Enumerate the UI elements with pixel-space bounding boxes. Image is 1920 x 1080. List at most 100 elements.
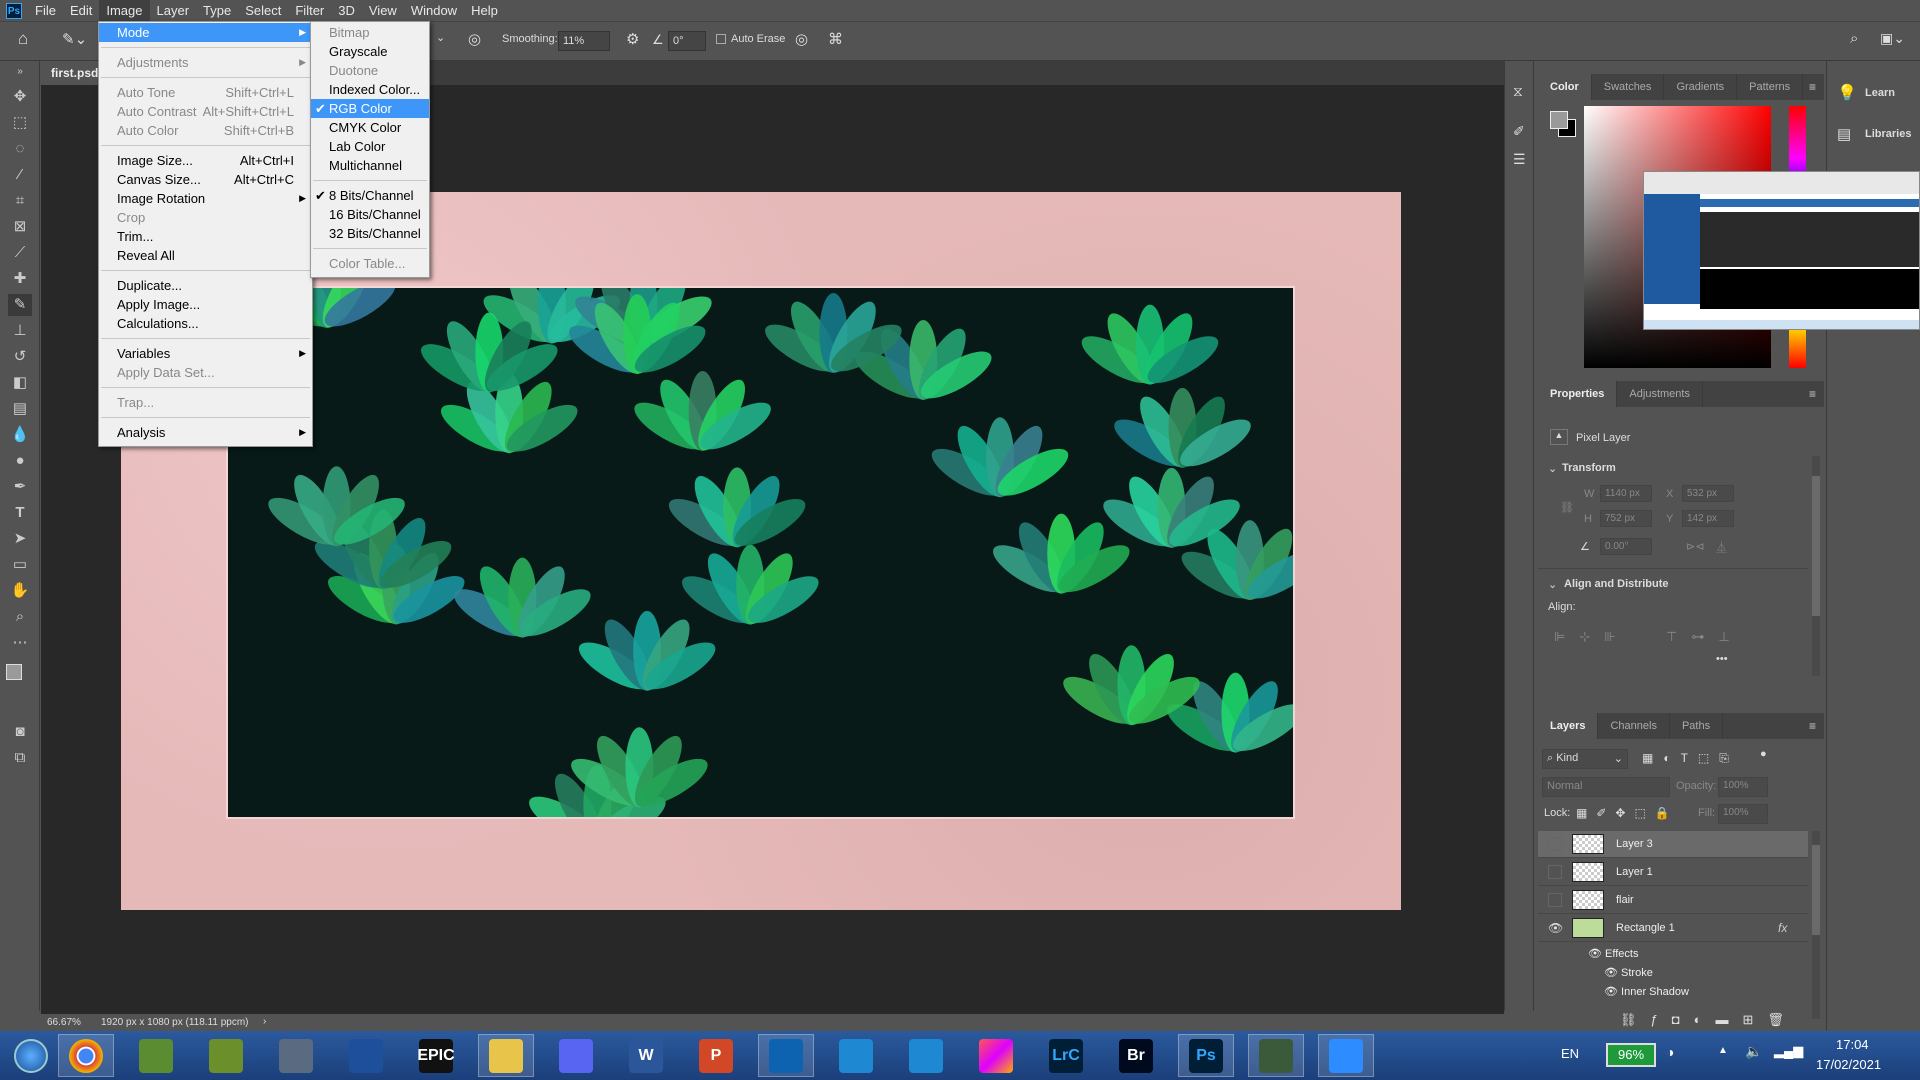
menu-help[interactable]: Help bbox=[464, 0, 505, 21]
kind-filter-select[interactable]: ⌕ Kind ⌄ bbox=[1542, 749, 1628, 769]
rectangle-tool-icon[interactable]: ▭ bbox=[8, 554, 32, 576]
angle-input[interactable]: 0° bbox=[668, 31, 706, 51]
layers-scrollbar[interactable] bbox=[1812, 831, 1820, 1019]
effect-row[interactable]: 👁 Inner Shadow bbox=[1604, 985, 1689, 998]
taskbar-discord[interactable] bbox=[548, 1034, 604, 1077]
zoom-tool-icon[interactable]: ⌕ bbox=[8, 606, 32, 628]
path-selection-icon[interactable]: ➤ bbox=[8, 528, 32, 550]
taskbar-bridge[interactable]: Br bbox=[1108, 1034, 1164, 1077]
layer-row[interactable]: 👁 Rectangle 1 fx bbox=[1538, 915, 1808, 942]
menu-layer[interactable]: Layer bbox=[150, 0, 197, 21]
clock-time[interactable]: 17:04 bbox=[1836, 1037, 1869, 1052]
panel-menu-icon[interactable]: ≡ bbox=[1809, 387, 1816, 401]
taskbar-steam[interactable] bbox=[268, 1034, 324, 1077]
tab-properties[interactable]: Properties bbox=[1538, 381, 1618, 407]
menu-item-trap[interactable]: Trap... bbox=[99, 393, 312, 412]
height-field[interactable]: 752 px bbox=[1600, 510, 1652, 527]
frame-tool-icon[interactable]: ⊠ bbox=[8, 216, 32, 238]
type-tool-icon[interactable]: T bbox=[8, 502, 32, 524]
panel-menu-icon[interactable]: ≡ bbox=[1809, 80, 1816, 94]
menu-item-8-bits-channel[interactable]: ✔ 8 Bits/Channel bbox=[311, 186, 429, 205]
tab-adjustments[interactable]: Adjustments bbox=[1617, 381, 1703, 407]
menu-edit[interactable]: Edit bbox=[63, 0, 99, 21]
taskbar-lightroom-classic[interactable]: LrC bbox=[1038, 1034, 1094, 1077]
y-field[interactable]: 142 px bbox=[1682, 510, 1734, 527]
tab-gradients[interactable]: Gradients bbox=[1664, 74, 1738, 100]
history-panel-icon[interactable]: ⧖ bbox=[1513, 83, 1523, 100]
menu-item-variables[interactable]: Variables ▶ bbox=[99, 344, 312, 363]
pencil-tool-icon[interactable]: ✎ bbox=[8, 294, 32, 316]
menu-item-adjustments[interactable]: Adjustments ▶ bbox=[99, 53, 312, 72]
taskbar-visual-studio-code[interactable] bbox=[758, 1034, 814, 1077]
menu-item-32-bits-channel[interactable]: 32 Bits/Channel bbox=[311, 224, 429, 243]
filter-type-icons[interactable]: ▦◐T⬚⎘ bbox=[1642, 751, 1739, 766]
hand-tool-icon[interactable]: ✋ bbox=[8, 580, 32, 602]
menu-item-apply-data-set[interactable]: Apply Data Set... bbox=[99, 363, 312, 382]
document-tab[interactable]: first.psd bbox=[40, 61, 98, 85]
menu-item-auto-color[interactable]: Auto Color Shift+Ctrl+B bbox=[99, 121, 312, 140]
blur-tool-icon[interactable]: 💧 bbox=[8, 424, 32, 446]
tray-expand-icon[interactable]: ▲ bbox=[1718, 1045, 1728, 1056]
quick-mask-icon[interactable]: ◙ bbox=[8, 721, 32, 743]
chevron-down-icon[interactable]: ⌄ bbox=[436, 31, 445, 44]
lasso-tool-icon[interactable]: ◌ bbox=[8, 138, 32, 160]
menu-item-image-rotation[interactable]: Image Rotation ▶ bbox=[99, 189, 312, 208]
menu-item-auto-contrast[interactable]: Auto Contrast Alt+Shift+Ctrl+L bbox=[99, 102, 312, 121]
battery-indicator[interactable]: 96% bbox=[1606, 1043, 1656, 1067]
menu-item-crop[interactable]: Crop bbox=[99, 208, 312, 227]
volume-icon[interactable]: 🔈 bbox=[1745, 1043, 1762, 1060]
eye-icon[interactable]: 👁 bbox=[1588, 948, 1605, 960]
language-indicator[interactable]: EN bbox=[1561, 1046, 1579, 1061]
home-icon[interactable]: ⌂ bbox=[18, 29, 28, 49]
smoothing-input[interactable]: 11% bbox=[558, 31, 610, 51]
lightbulb-icon[interactable]: 💡 bbox=[1837, 83, 1857, 103]
taskbar-terminal[interactable] bbox=[1248, 1034, 1304, 1077]
menu-filter[interactable]: Filter bbox=[288, 0, 331, 21]
taskbar-minecraft-dungeons[interactable] bbox=[198, 1034, 254, 1077]
chevron-down-icon[interactable]: ⌄ bbox=[1548, 462, 1557, 475]
taskbar-minecraft[interactable] bbox=[128, 1034, 184, 1077]
menu-item-grayscale[interactable]: Grayscale bbox=[311, 42, 429, 61]
flip-horizontal-icon[interactable]: ⊳⊲ bbox=[1686, 540, 1704, 553]
menu-item-multichannel[interactable]: Multichannel bbox=[311, 156, 429, 175]
eye-icon[interactable]: 👁 bbox=[1604, 986, 1621, 998]
eraser-tool-icon[interactable]: ◧ bbox=[8, 372, 32, 394]
foreground-color-swatch[interactable] bbox=[6, 664, 22, 680]
eyedropper-tool-icon[interactable]: ⟋ bbox=[8, 242, 32, 264]
zoom-level[interactable]: 66.67% bbox=[47, 1017, 81, 1028]
dodge-tool-icon[interactable]: ● bbox=[8, 450, 32, 472]
layer-actions-icons[interactable]: ⛓ƒ◘◐▬⊞🗑 bbox=[1620, 1012, 1798, 1028]
align-vertical-buttons-icon[interactable]: ⊤⊶⊥ bbox=[1666, 629, 1744, 645]
taskbar-photoshop[interactable]: Ps bbox=[1178, 1034, 1234, 1077]
layer-row[interactable]: Layer 3 bbox=[1538, 831, 1808, 858]
menu-type[interactable]: Type bbox=[196, 0, 238, 21]
menu-item-duplicate[interactable]: Duplicate... bbox=[99, 276, 312, 295]
auto-erase-checkbox[interactable] bbox=[716, 34, 726, 44]
taskbar-rocket-league[interactable] bbox=[338, 1034, 394, 1077]
pen-tool-icon[interactable]: ✒ bbox=[8, 476, 32, 498]
taskbar-creative-cloud[interactable] bbox=[968, 1034, 1024, 1077]
gradient-tool-icon[interactable]: ▤ bbox=[8, 398, 32, 420]
move-tool-icon[interactable]: ✥ bbox=[8, 86, 32, 108]
menu-item-lab-color[interactable]: Lab Color bbox=[311, 137, 429, 156]
transform-title[interactable]: Transform bbox=[1562, 462, 1616, 474]
menu-item-duotone[interactable]: Duotone bbox=[311, 61, 429, 80]
menu-item-indexed-color[interactable]: Indexed Color... bbox=[311, 80, 429, 99]
more-tools-icon[interactable]: ⋯ bbox=[8, 632, 32, 654]
workspace-icon[interactable]: ▣⌄ bbox=[1880, 30, 1905, 47]
symmetry-icon[interactable]: ⌘ bbox=[828, 30, 843, 48]
visibility-toggle[interactable] bbox=[1548, 865, 1562, 879]
more-options-icon[interactable]: ••• bbox=[1716, 653, 1728, 665]
chevron-down-icon[interactable]: ⌄ bbox=[1548, 578, 1557, 591]
layer-row[interactable]: flair bbox=[1538, 887, 1808, 914]
visibility-toggle[interactable] bbox=[1548, 893, 1562, 907]
fx-icon[interactable]: fx bbox=[1778, 921, 1787, 935]
menu-item-apply-image[interactable]: Apply Image... bbox=[99, 295, 312, 314]
menu-3d[interactable]: 3D bbox=[331, 0, 362, 21]
menu-select[interactable]: Select bbox=[238, 0, 288, 21]
menu-item-cmyk-color[interactable]: CMYK Color bbox=[311, 118, 429, 137]
flip-vertical-icon[interactable]: ⏅ bbox=[1716, 539, 1727, 555]
taskbar-app[interactable] bbox=[828, 1034, 884, 1077]
adjust-sliders-icon[interactable]: ☰ bbox=[1513, 151, 1526, 168]
search-icon[interactable]: ⌕ bbox=[1850, 30, 1858, 47]
